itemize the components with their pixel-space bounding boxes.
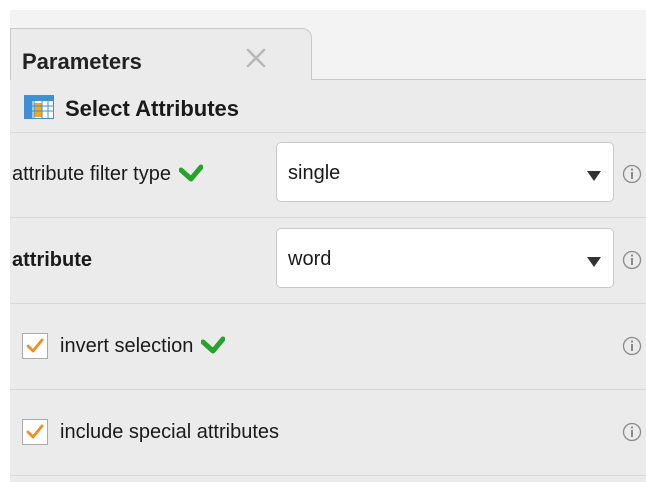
tab-bar: Parameters [10, 10, 646, 90]
attribute-filter-type-select[interactable]: single [276, 142, 614, 202]
param-label-attribute-filter-type: attribute filter type [12, 163, 204, 188]
attribute-select[interactable]: word [276, 228, 614, 288]
parameters-content: Select Attributes attribute filter type … [10, 80, 646, 482]
dropdown-arrow-icon [587, 168, 601, 186]
checkbox-label: include special attributes [60, 421, 280, 443]
checkbox-label: invert selection [60, 335, 226, 360]
param-row-invert-selection: invert selection [10, 305, 646, 390]
info-icon[interactable] [622, 164, 642, 184]
select-value: word [288, 248, 332, 270]
param-row-attribute: attribute word [10, 219, 646, 304]
param-row-attribute-filter-type: attribute filter type single [10, 133, 646, 218]
param-label-attribute: attribute [12, 249, 92, 271]
info-icon[interactable] [622, 422, 642, 442]
section-header: Select Attributes [10, 80, 646, 133]
tab-title: Parameters [22, 49, 142, 74]
info-icon[interactable] [622, 336, 642, 356]
check-icon [178, 164, 204, 188]
table-icon [24, 95, 54, 124]
checkbox-box[interactable] [22, 333, 48, 359]
check-icon [200, 336, 226, 360]
parameters-panel-window: Parameters Select Attributes attribute f… [0, 0, 646, 482]
info-icon[interactable] [622, 250, 642, 270]
dropdown-arrow-icon [587, 254, 601, 272]
section-title: Select Attributes [65, 96, 240, 121]
checkbox-box[interactable] [22, 419, 48, 445]
close-icon[interactable] [241, 43, 271, 73]
param-row-include-special-attributes: include special attributes [10, 391, 646, 476]
select-value: single [288, 162, 341, 184]
